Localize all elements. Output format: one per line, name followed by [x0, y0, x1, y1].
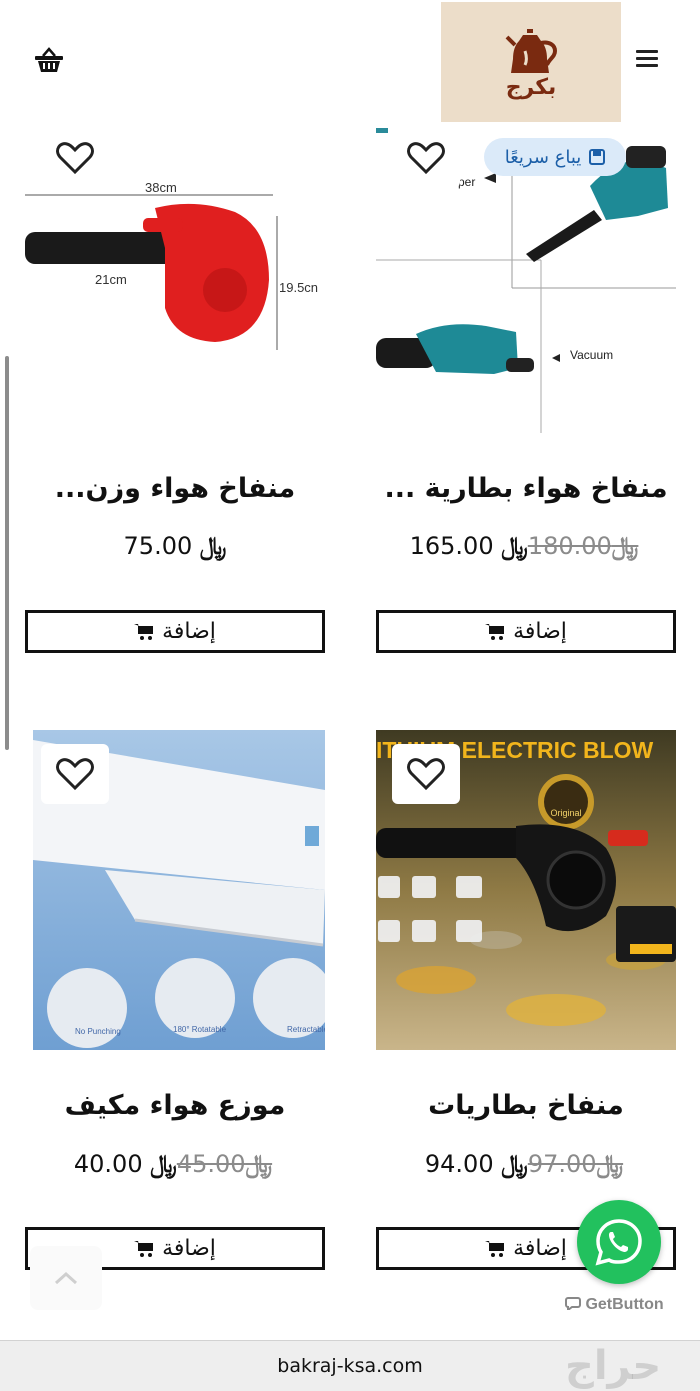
image-label: 38cm	[145, 180, 177, 195]
product-title[interactable]: منفاخ بطاريات	[376, 1090, 676, 1121]
whatsapp-button[interactable]	[577, 1200, 661, 1284]
image-label: No Punching	[75, 1027, 121, 1036]
cart-icon	[485, 623, 505, 640]
favorite-button[interactable]	[392, 744, 460, 804]
heart-icon	[407, 142, 445, 175]
whatsapp-icon	[595, 1219, 642, 1266]
hamburger-icon	[636, 50, 658, 53]
cart-icon	[485, 1240, 505, 1257]
product-title[interactable]: موزع هواء مكيف	[25, 1090, 325, 1121]
cart-icon	[134, 1240, 154, 1257]
product-title[interactable]: منفاخ هواء وزن...	[25, 473, 325, 504]
cart-button[interactable]	[34, 46, 66, 78]
scrollbar[interactable]	[5, 356, 9, 750]
favorite-button[interactable]	[392, 128, 460, 188]
product-price: ﷼45.00﷼ 40.00	[25, 1150, 325, 1178]
heart-icon	[407, 758, 445, 791]
image-label: Retractable	[287, 1025, 325, 1034]
current-price: ﷼ 40.00	[73, 1150, 177, 1178]
image-label: Vacuum	[570, 348, 613, 362]
image-label: 19.5cn	[279, 280, 318, 295]
chevron-up-icon	[54, 1271, 78, 1285]
product-card[interactable]: ITHIUM ELECTRIC BLOW Original منفاخ بطار…	[376, 730, 676, 1270]
product-title[interactable]: منفاخ هواء بطارية ...	[376, 473, 676, 504]
image-label: 21cm	[95, 272, 127, 287]
current-price: ﷼ 94.00	[424, 1150, 528, 1178]
heart-icon	[56, 142, 94, 175]
image-label: per	[458, 175, 475, 189]
getbutton-label[interactable]: GetButton	[565, 1296, 664, 1314]
product-price: ﷼ 75.00	[25, 532, 325, 560]
cart-icon	[134, 623, 154, 640]
tag-icon	[589, 149, 606, 165]
old-price: ﷼97.00	[527, 1150, 624, 1178]
scroll-top-button[interactable]	[30, 1246, 102, 1310]
getbutton-icon	[565, 1297, 581, 1312]
favorite-button[interactable]	[41, 128, 109, 188]
url-text: bakraj-ksa.com	[277, 1355, 423, 1377]
current-price: ﷼ 165.00	[409, 532, 528, 560]
heart-icon	[56, 758, 94, 791]
coffee-pot-icon	[505, 28, 558, 73]
favorite-button[interactable]	[41, 744, 109, 804]
haraj-watermark: حراج	[565, 1343, 662, 1389]
logo-text: بكرج	[505, 74, 557, 100]
image-label: Original	[550, 808, 581, 818]
current-price: ﷼ 75.00	[123, 532, 227, 560]
site-logo[interactable]: بكرج	[441, 2, 621, 122]
menu-button[interactable]	[636, 46, 672, 76]
product-price: ﷼180.00﷼ 165.00	[376, 532, 676, 560]
product-card[interactable]: No Punching 180° Rotatable Retractable م…	[25, 730, 325, 1270]
image-label: 180° Rotatable	[173, 1025, 227, 1034]
basket-icon	[35, 47, 63, 72]
add-to-cart-button[interactable]: إضافة	[376, 610, 676, 653]
product-card[interactable]: 38cm 19.5cn 21cm منفاخ هواء وزن... ﷼ 75.…	[25, 128, 325, 658]
product-price: ﷼97.00﷼ 94.00	[376, 1150, 676, 1178]
add-to-cart-button[interactable]: إضافة	[25, 610, 325, 653]
old-price: ﷼45.00	[176, 1150, 273, 1178]
product-card[interactable]: per Vacuum منفاخ هواء بطارية ... ﷼180.00…	[376, 128, 676, 658]
fast-selling-badge: يباع سريعًا	[484, 138, 626, 176]
old-price: ﷼180.00	[527, 532, 639, 560]
